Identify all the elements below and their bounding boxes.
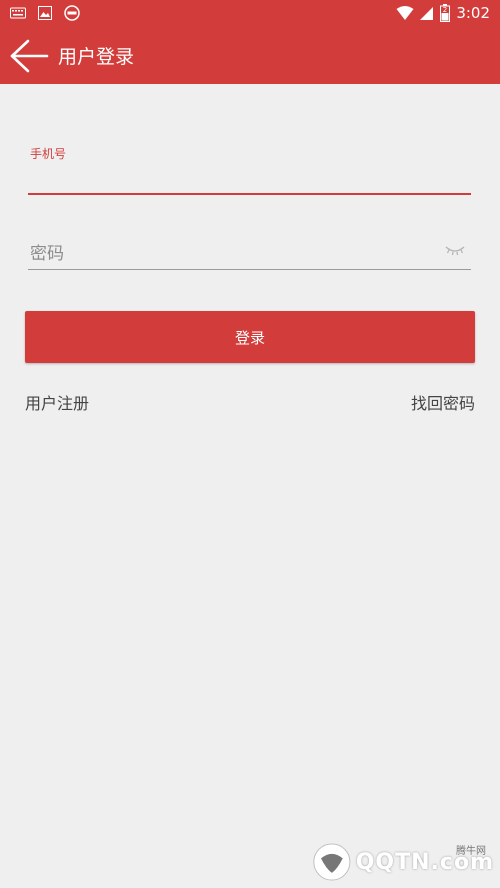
status-right-icons: 2 3:02 — [396, 4, 490, 22]
app-bar: 用户登录 — [0, 28, 500, 84]
page-title: 用户登录 — [58, 46, 135, 68]
wifi-icon — [396, 6, 414, 20]
battery-level-text: 2 — [443, 6, 447, 14]
eye-closed-icon — [445, 246, 465, 256]
back-button[interactable] — [6, 34, 52, 78]
keyboard-icon — [10, 7, 26, 19]
status-bar: 2 3:02 — [0, 0, 500, 28]
forgot-password-link[interactable]: 找回密码 — [411, 390, 475, 414]
phone-field-label: 手机号 — [30, 147, 67, 161]
password-input[interactable] — [28, 238, 471, 270]
battery-icon: 2 — [440, 4, 451, 22]
watermark: QQTN.com 腾牛网 — [312, 840, 494, 884]
login-button[interactable]: 登录 — [25, 311, 475, 363]
status-time: 3:02 — [456, 4, 490, 22]
register-link[interactable]: 用户注册 — [25, 390, 89, 414]
status-left-icons — [10, 5, 80, 21]
phone-input[interactable] — [28, 163, 471, 195]
app-badge-icon — [64, 5, 80, 21]
signal-icon — [420, 7, 434, 20]
watermark-logo-icon — [313, 843, 351, 881]
image-icon — [38, 6, 52, 20]
arrow-left-icon — [10, 39, 49, 73]
watermark-sub: 腾牛网 — [456, 846, 486, 857]
password-visibility-toggle[interactable] — [444, 242, 466, 256]
